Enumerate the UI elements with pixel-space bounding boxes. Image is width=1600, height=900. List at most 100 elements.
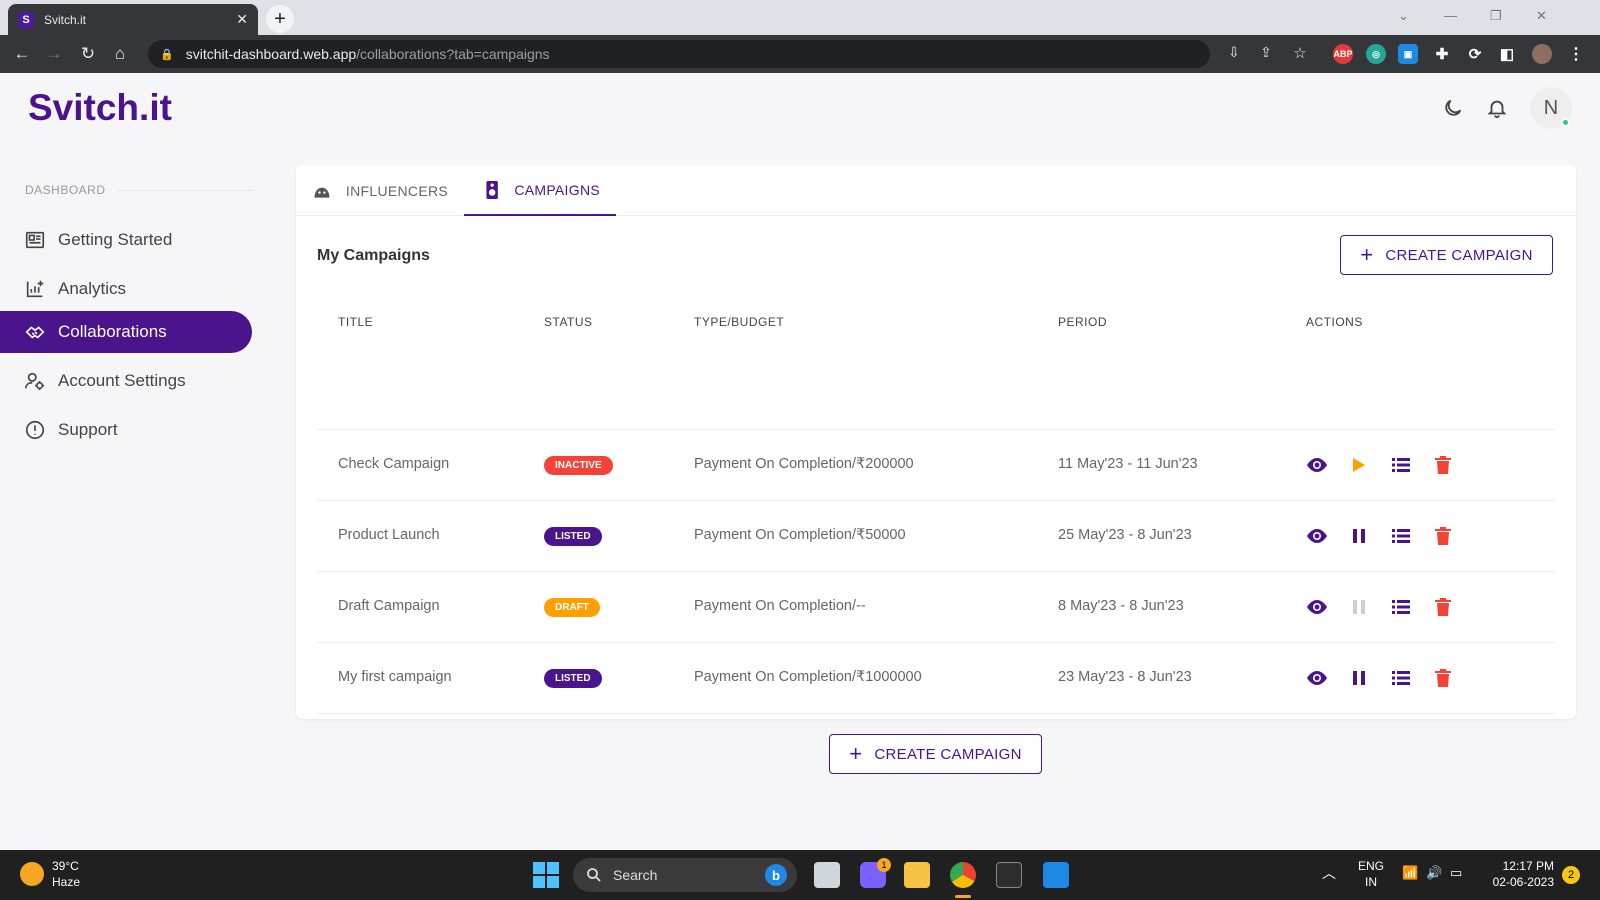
lang-primary: ENG bbox=[1358, 859, 1385, 873]
battery-icon[interactable]: ▭ bbox=[1450, 865, 1462, 881]
clock[interactable]: 12:17 PM 02-06-2023 bbox=[1484, 858, 1554, 890]
pause-disabled-icon bbox=[1347, 595, 1371, 619]
vscode-icon[interactable] bbox=[1043, 862, 1069, 888]
campaign-title: Check Campaign bbox=[338, 456, 450, 472]
lock-icon: 🔒 bbox=[160, 48, 174, 61]
install-icon[interactable]: ⇩ bbox=[1224, 44, 1244, 61]
delete-trash-icon[interactable] bbox=[1431, 595, 1455, 619]
list-icon[interactable] bbox=[1389, 595, 1413, 619]
new-tab-button[interactable]: + bbox=[266, 5, 294, 33]
pause-icon[interactable] bbox=[1347, 524, 1371, 548]
row-actions bbox=[1305, 453, 1455, 477]
sidebar-item-analytics[interactable]: Analytics bbox=[0, 268, 252, 310]
restore-icon[interactable]: ❐ bbox=[1490, 8, 1502, 24]
tab-label: INFLUENCERS bbox=[345, 182, 448, 199]
sidebar-section-header: DASHBOARD bbox=[25, 183, 253, 197]
notification-count-badge[interactable]: 2 bbox=[1562, 866, 1580, 884]
view-eye-icon[interactable] bbox=[1305, 524, 1329, 548]
delete-trash-icon[interactable] bbox=[1431, 453, 1455, 477]
file-explorer-icon[interactable] bbox=[904, 862, 930, 888]
forward-icon[interactable]: → bbox=[44, 44, 64, 64]
app-root: Svitch.it N DASHBOARD Getting Started An… bbox=[0, 73, 1600, 850]
status-badge: DRAFT bbox=[544, 598, 600, 617]
minimize-icon[interactable]: — bbox=[1444, 8, 1457, 23]
tab-influencers[interactable]: INFLUENCERS bbox=[296, 165, 464, 216]
list-icon[interactable] bbox=[1389, 453, 1413, 477]
browser-menu-icon[interactable]: ⋮ bbox=[1566, 44, 1586, 64]
create-campaign-button-bottom[interactable]: + CREATE CAMPAIGN bbox=[829, 734, 1042, 774]
language-indicator[interactable]: ENG IN bbox=[1358, 858, 1384, 890]
terminal-icon[interactable] bbox=[996, 862, 1022, 888]
list-icon[interactable] bbox=[1389, 524, 1413, 548]
extension-ring-icon[interactable]: ◎ bbox=[1366, 44, 1386, 64]
dark-mode-moon-icon[interactable] bbox=[1442, 97, 1464, 119]
url-bar[interactable]: 🔒 svitchit-dashboard.web.app/collaborati… bbox=[148, 40, 1210, 68]
weather-condition: Haze bbox=[52, 875, 81, 889]
delete-trash-icon[interactable] bbox=[1431, 524, 1455, 548]
logo[interactable]: Svitch.it bbox=[28, 87, 172, 129]
extension-capture-icon[interactable]: ▣ bbox=[1398, 44, 1418, 64]
status-badge: LISTED bbox=[544, 669, 602, 688]
delete-trash-icon[interactable] bbox=[1431, 666, 1455, 690]
list-icon[interactable] bbox=[1389, 666, 1413, 690]
bell-icon[interactable] bbox=[1486, 97, 1508, 119]
table-row: My first campaign LISTED Payment On Comp… bbox=[317, 642, 1555, 714]
browser-tab-bar: S Svitch.it ✕ + ⌄ — ❐ ✕ bbox=[0, 0, 1600, 35]
task-view-icon[interactable] bbox=[814, 862, 840, 888]
view-eye-icon[interactable] bbox=[1305, 595, 1329, 619]
pause-icon[interactable] bbox=[1347, 666, 1371, 690]
home-icon[interactable]: ⌂ bbox=[110, 44, 130, 64]
side-panel-icon[interactable]: ◧ bbox=[1497, 44, 1517, 64]
taskbar-search[interactable]: Search b bbox=[573, 858, 797, 892]
bookmark-star-icon[interactable]: ☆ bbox=[1290, 44, 1310, 62]
search-label: Search bbox=[613, 867, 658, 883]
windows-start-icon[interactable] bbox=[533, 862, 559, 888]
table-row: Draft Campaign DRAFT Payment On Completi… bbox=[317, 571, 1555, 642]
chrome-icon[interactable] bbox=[950, 862, 976, 888]
user-avatar[interactable]: N bbox=[1530, 87, 1572, 129]
online-status-dot bbox=[1561, 118, 1570, 127]
create-campaign-button-top[interactable]: + CREATE CAMPAIGN bbox=[1340, 235, 1553, 275]
campaign-period: 11 May'23 - 11 Jun'23 bbox=[1058, 456, 1198, 472]
view-eye-icon[interactable] bbox=[1305, 453, 1329, 477]
clock-time: 12:17 PM bbox=[1502, 859, 1554, 873]
sidebar-item-account-settings[interactable]: Account Settings bbox=[0, 360, 252, 402]
tab-campaigns[interactable]: CAMPAIGNS bbox=[464, 165, 616, 216]
back-icon[interactable]: ← bbox=[12, 44, 32, 64]
user-settings-icon bbox=[25, 372, 45, 391]
row-actions bbox=[1305, 666, 1455, 690]
sidebar-item-label: Account Settings bbox=[58, 371, 186, 390]
profile-avatar-icon[interactable] bbox=[1532, 44, 1552, 64]
campaign-title: My first campaign bbox=[338, 669, 452, 685]
reload-icon[interactable]: ↻ bbox=[78, 44, 98, 64]
table-row: Check Campaign INACTIVE Payment On Compl… bbox=[317, 429, 1555, 500]
extension-sync-icon[interactable]: ⟳ bbox=[1465, 44, 1485, 64]
volume-icon[interactable]: 🔊 bbox=[1426, 865, 1442, 881]
adblock-extension-icon[interactable]: ABP bbox=[1333, 44, 1353, 64]
search-icon bbox=[587, 868, 601, 882]
column-header-status: STATUS bbox=[544, 315, 593, 329]
share-icon[interactable]: ⇪ bbox=[1256, 44, 1276, 61]
sidebar-item-label: Collaborations bbox=[58, 322, 167, 341]
sidebar-item-getting-started[interactable]: Getting Started bbox=[0, 219, 252, 261]
tray-chevron-up-icon[interactable]: ︿ bbox=[1322, 865, 1336, 881]
tab-search-icon[interactable]: ⌄ bbox=[1398, 8, 1409, 24]
row-actions bbox=[1305, 524, 1455, 548]
avatar-initial: N bbox=[1543, 96, 1559, 119]
windows-taskbar: 39°C Haze Search b 1 ︿ ENG IN 📶 🔊 ▭ 12:1… bbox=[0, 850, 1600, 900]
lang-secondary: IN bbox=[1365, 875, 1377, 889]
sidebar-item-collaborations[interactable]: Collaborations bbox=[0, 311, 252, 353]
create-campaign-label: CREATE CAMPAIGN bbox=[874, 745, 1022, 763]
browser-tab[interactable]: S Svitch.it ✕ bbox=[8, 4, 258, 35]
weather-widget[interactable]: 39°C Haze bbox=[20, 858, 80, 890]
wifi-icon[interactable]: 📶 bbox=[1402, 865, 1418, 881]
close-tab-icon[interactable]: ✕ bbox=[236, 11, 248, 28]
sidebar-item-support[interactable]: Support bbox=[0, 409, 252, 451]
campaign-period: 8 May'23 - 8 Jun'23 bbox=[1058, 598, 1184, 614]
close-window-icon[interactable]: ✕ bbox=[1536, 8, 1547, 24]
tab-title: Svitch.it bbox=[44, 12, 87, 27]
view-eye-icon[interactable] bbox=[1305, 666, 1329, 690]
extensions-puzzle-icon[interactable]: ✚ bbox=[1432, 44, 1452, 64]
play-icon[interactable] bbox=[1347, 453, 1371, 477]
chat-badge: 1 bbox=[877, 858, 891, 872]
